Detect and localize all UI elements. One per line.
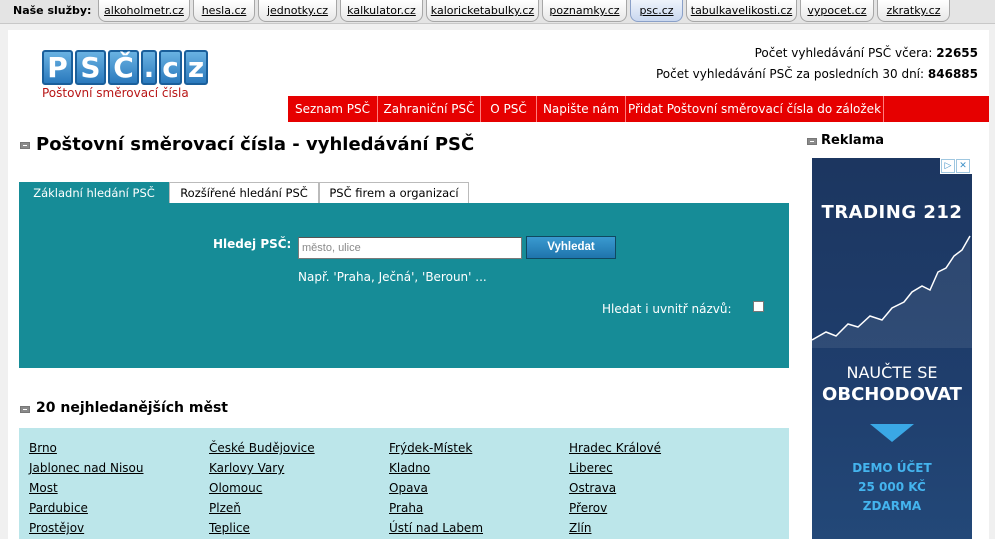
search-label: Hledej PSČ: [213, 237, 292, 251]
ad-line2: OBCHODOVAT [822, 384, 962, 405]
cities-list: Brno České Budějovice Frýdek-Místek Hradec … [19, 428, 789, 539]
ad-line1: NAUČTE SE [846, 363, 938, 382]
ad-line5: ZDARMA [862, 499, 922, 513]
tab-psc-firem[interactable]: PSČ firem a organizací [319, 182, 469, 204]
adchoices-icon[interactable]: ▷ [941, 159, 955, 173]
city-link[interactable]: Plzeň [209, 501, 241, 515]
ad-line3: DEMO ÚČET [852, 461, 932, 475]
service-tab-tabulkavelikosti[interactable]: tabulkavelikosti.cz [686, 0, 797, 22]
city-link[interactable]: Ústí nad Labem [389, 521, 483, 535]
service-tab-hesla[interactable]: hesla.cz [193, 0, 255, 22]
logo-subtitle: Poštovní směrovací čísla [42, 86, 189, 100]
city-link[interactable]: Prostějov [29, 521, 84, 535]
ad-line4: 25 000 KČ [858, 480, 926, 494]
city-link[interactable]: Hradec Králové [569, 441, 661, 455]
main-menu: Seznam PSČ Zahraniční PSČ O PSČ Napište … [288, 96, 989, 122]
stats-month-value: 846885 [927, 67, 978, 81]
city-link[interactable]: Olomouc [209, 481, 262, 495]
logo-letter: S [75, 50, 106, 85]
tab-rozsirene-hledani[interactable]: Rozšířené hledání PSČ [169, 182, 319, 204]
collapse-icon[interactable] [807, 138, 817, 145]
service-tab-jednotky[interactable]: jednotky.cz [258, 0, 337, 22]
city-link[interactable]: Kladno [389, 461, 430, 475]
city-link[interactable]: Liberec [569, 461, 613, 475]
search-inside-checkbox[interactable] [753, 301, 764, 312]
menu-item-zahranicni-psc[interactable]: Zahraniční PSČ [378, 96, 481, 122]
arrow-down-icon [870, 424, 914, 442]
city-link[interactable]: Jablonec nad Nisou [29, 461, 144, 475]
services-bar: Naše služby: alkoholmetr.cz hesla.cz jed… [0, 0, 995, 24]
collapse-icon[interactable] [20, 406, 30, 413]
stats-yesterday-label: Počet vyhledávání PSČ včera: [754, 46, 933, 60]
menu-item-o-psc[interactable]: O PSČ [481, 96, 537, 122]
logo-letter: Č [108, 50, 139, 85]
menu-item-seznam-psc[interactable]: Seznam PSČ [288, 96, 378, 122]
services-label: Naše služby: [13, 4, 92, 17]
menu-item-napiste-nam[interactable]: Napište nám [537, 96, 626, 122]
logo-letter: c [159, 50, 182, 85]
cities-title: 20 nejhledanějších měst [36, 400, 228, 416]
city-link[interactable]: Zlín [569, 521, 592, 535]
ad-offer: DEMO ÚČET 25 000 KČ ZDARMA [812, 459, 972, 516]
ad-chart-graphic [812, 235, 972, 348]
search-stats: Počet vyhledávání PSČ včera: 22655 Počet… [656, 43, 978, 85]
close-icon[interactable]: ✕ [956, 159, 970, 173]
city-link[interactable]: Most [29, 481, 58, 495]
city-link[interactable]: Pardubice [29, 501, 88, 515]
service-tab-kalkulator[interactable]: kalkulator.cz [340, 0, 423, 22]
logo-letter: P [42, 50, 73, 85]
service-tab-alkoholmetr[interactable]: alkoholmetr.cz [98, 0, 190, 22]
menu-item-pridat-do-zalozek[interactable]: Přidat Poštovní směrovací čísla do zálož… [626, 96, 884, 122]
sidebar-title: Reklama [821, 133, 885, 148]
collapse-icon[interactable] [20, 142, 30, 149]
ad-controls: ▷ ✕ [940, 158, 972, 174]
search-panel: Hledej PSČ: Vyhledat Např. 'Praha, Ječná… [19, 203, 789, 368]
service-tab-vypocet[interactable]: vypocet.cz [800, 0, 874, 22]
search-inside-label: Hledat i uvnitř názvů: [602, 302, 732, 316]
city-link[interactable]: Přerov [569, 501, 607, 515]
page-title: Poštovní směrovací čísla - vyhledávání P… [36, 134, 475, 155]
site-logo[interactable]: P S Č . c z [42, 50, 208, 90]
search-example: Např. 'Praha, Ječná', 'Beroun' ... [298, 270, 487, 284]
page-content: P S Č . c z Poštovní směrovací čísla Poč… [8, 30, 989, 539]
service-tab-psc[interactable]: psc.cz [630, 0, 683, 22]
city-link[interactable]: Ostrava [569, 481, 616, 495]
city-link[interactable]: Brno [29, 441, 57, 455]
city-link[interactable]: Karlovy Vary [209, 461, 284, 475]
stats-yesterday-value: 22655 [936, 46, 978, 60]
search-button[interactable]: Vyhledat [526, 236, 616, 259]
city-link[interactable]: Frýdek-Místek [389, 441, 472, 455]
service-tab-poznamky[interactable]: poznamky.cz [542, 0, 627, 22]
city-link[interactable]: Praha [389, 501, 423, 515]
tab-zakladni-hledani[interactable]: Základní hledání PSČ [19, 182, 169, 204]
service-tab-zkratky[interactable]: zkratky.cz [877, 0, 950, 22]
advertisement[interactable]: ▷ ✕ TRADING 212 NAUČTE SE OBCHODOVAT DEM… [812, 158, 972, 539]
search-input[interactable] [298, 237, 522, 259]
logo-letter: . [141, 50, 157, 85]
city-link[interactable]: Opava [389, 481, 428, 495]
stats-month-label: Počet vyhledávání PSČ za posledních 30 d… [656, 67, 925, 81]
city-link[interactable]: České Budějovice [209, 441, 315, 455]
city-link[interactable]: Teplice [209, 521, 250, 535]
ad-logo: TRADING 212 [821, 202, 963, 223]
service-tab-kaloricketabulky[interactable]: kaloricketabulky.cz [426, 0, 539, 22]
logo-letter: z [184, 50, 208, 85]
